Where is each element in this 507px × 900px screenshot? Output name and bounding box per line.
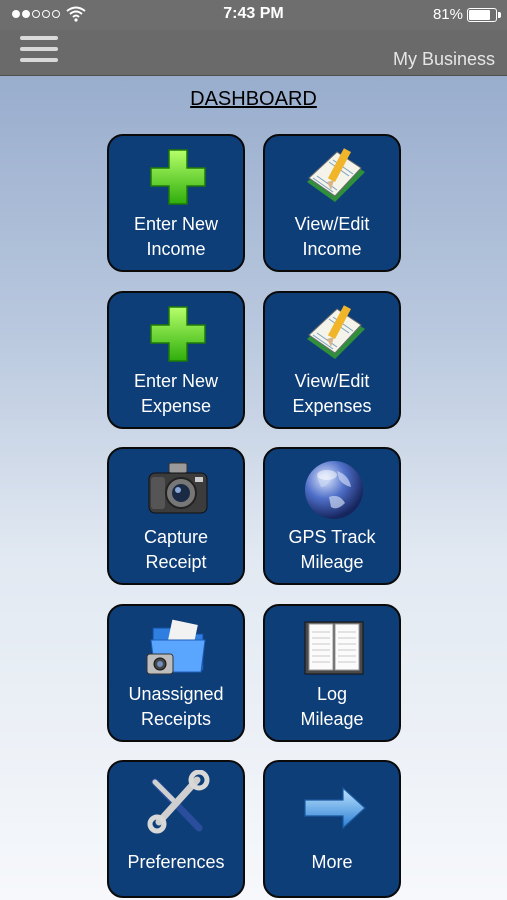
more-button[interactable]: More (263, 760, 401, 898)
globe-icon (305, 461, 363, 519)
battery-percentage: 81% (432, 6, 463, 23)
preferences-button[interactable]: Preferences (107, 760, 245, 898)
tile-label: More (311, 852, 353, 872)
camera-icon (148, 462, 208, 514)
tools-icon (147, 770, 210, 834)
notebook-pencil-icon (307, 148, 365, 202)
tile-label: Capture Receipt (143, 527, 209, 572)
status-time: 7:43 PM (223, 5, 284, 22)
unassigned-receipts-button[interactable]: Unassigned Receipts (107, 604, 245, 742)
capture-receipt-button[interactable]: Capture Receipt (107, 447, 245, 585)
nav-title: My Business (392, 49, 495, 69)
notebook-pencil-icon (307, 305, 365, 359)
battery-tip (498, 12, 501, 18)
view-edit-income-button[interactable]: View/Edit Income (263, 134, 401, 272)
status-bar: 7:43 PM 81% (0, 0, 507, 30)
folder-camera-icon (146, 619, 206, 675)
gps-track-mileage-button[interactable]: GPS Track Mileage (263, 447, 401, 585)
plus-icon (150, 306, 206, 362)
tile-label: Enter New Income (133, 214, 219, 259)
tile-label: Log Mileage (300, 684, 364, 729)
enter-new-income-button[interactable]: Enter New Income (107, 134, 245, 272)
hamburger-menu-icon[interactable] (20, 36, 58, 64)
arrow-right-icon (304, 786, 366, 830)
tile-label: View/Edit Expenses (292, 371, 372, 416)
tile-label: Enter New Expense (133, 371, 219, 416)
log-mileage-button[interactable]: Log Mileage (263, 604, 401, 742)
tile-label: View/Edit Income (294, 214, 370, 259)
tile-label: Unassigned Receipts (128, 684, 224, 729)
dashboard-title: DASHBOARD (190, 88, 317, 110)
plus-icon (150, 149, 206, 205)
tile-label: Preferences (127, 852, 225, 872)
tile-label: GPS Track Mileage (288, 527, 376, 572)
battery-icon (467, 8, 497, 22)
enter-new-expense-button[interactable]: Enter New Expense (107, 291, 245, 429)
navigation-bar: My Business (0, 30, 507, 76)
view-edit-expenses-button[interactable]: View/Edit Expenses (263, 291, 401, 429)
open-book-icon (304, 621, 364, 675)
